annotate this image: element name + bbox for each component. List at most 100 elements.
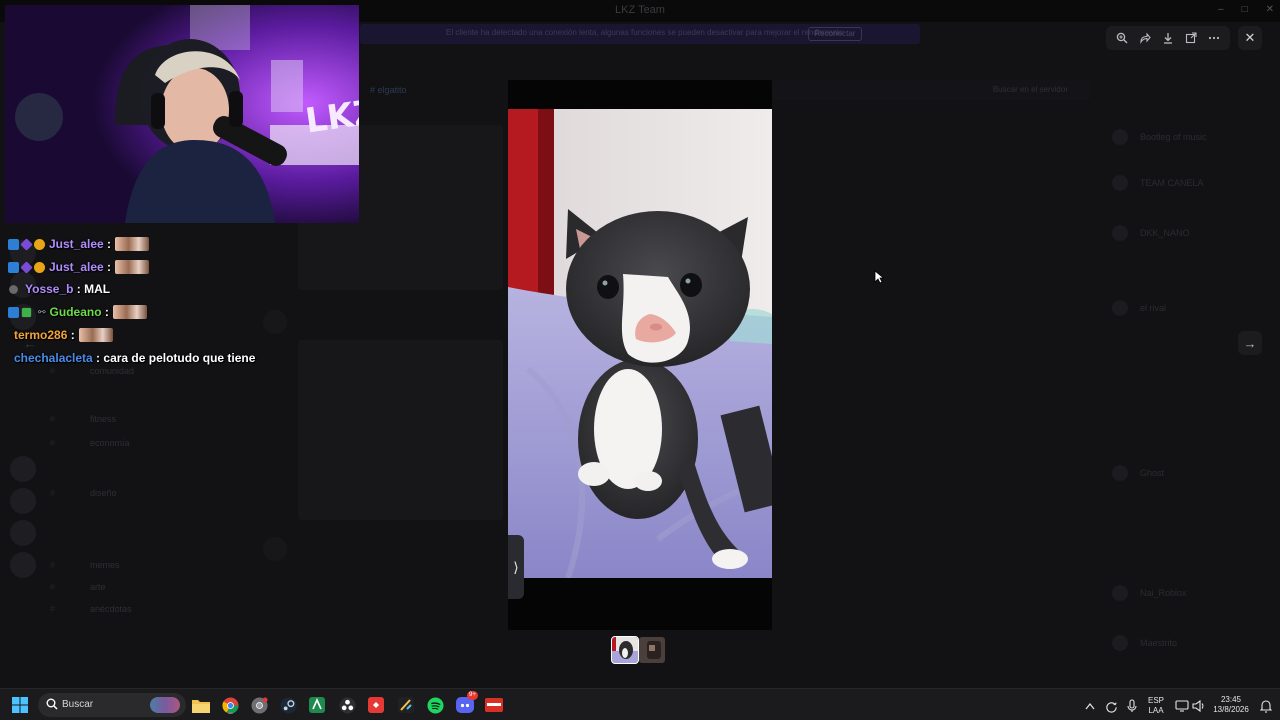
clock[interactable]: 23:45 13/8/2026 bbox=[1208, 695, 1254, 715]
reconnect-button[interactable]: Reconectar bbox=[808, 27, 862, 41]
prime-badge-icon bbox=[8, 306, 19, 318]
emote-icon bbox=[112, 305, 147, 319]
steam-icon[interactable] bbox=[278, 695, 298, 715]
chat-message: chechalacleta : cara de pelotudo que tie… bbox=[8, 349, 255, 367]
gift-badge-icon bbox=[34, 238, 45, 250]
android-studio-icon[interactable] bbox=[307, 695, 327, 715]
obs-icon[interactable] bbox=[337, 695, 357, 715]
channel-item[interactable]: # economía bbox=[50, 438, 240, 450]
chat-separator: : bbox=[73, 282, 85, 296]
avatar bbox=[1112, 175, 1128, 191]
avatar bbox=[1112, 225, 1128, 241]
emote-icon bbox=[78, 328, 113, 342]
more-icon[interactable] bbox=[1205, 29, 1223, 47]
minimize-button[interactable]: – bbox=[1218, 4, 1224, 15]
channel-item[interactable]: # diseño bbox=[50, 488, 240, 500]
clock-date: 13/8/2026 bbox=[1213, 705, 1249, 714]
chat-image[interactable] bbox=[298, 340, 503, 520]
next-image-button[interactable]: → bbox=[1238, 331, 1262, 355]
sub-badge-icon bbox=[20, 237, 33, 251]
screen: LKZ Team – □ ✕ El cliente ha detectado u… bbox=[0, 0, 1280, 720]
chat-message: Just_alee : bbox=[8, 258, 150, 276]
windows-start-icon[interactable] bbox=[10, 695, 30, 715]
bot-badge-icon bbox=[9, 284, 18, 294]
channel-item[interactable]: # fitness bbox=[50, 414, 240, 426]
channel-item[interactable]: # anécdotas bbox=[50, 604, 240, 616]
member-item[interactable]: DKK_NANO bbox=[1112, 225, 1272, 241]
taskbar-search[interactable]: Buscar bbox=[38, 693, 186, 717]
avatar bbox=[1112, 635, 1128, 651]
member-item[interactable]: TEAM CANELA bbox=[1112, 175, 1272, 191]
share-icon[interactable] bbox=[1136, 29, 1154, 47]
gift-badge-icon bbox=[34, 261, 45, 273]
avatar bbox=[1112, 300, 1128, 316]
download-icon[interactable] bbox=[1159, 29, 1177, 47]
member-item[interactable]: Ghost bbox=[1112, 465, 1272, 481]
chevron-right-icon: ⟩ bbox=[513, 558, 519, 575]
spotify-icon[interactable] bbox=[425, 695, 445, 715]
notifications-icon[interactable] bbox=[1256, 696, 1276, 716]
streamer-webcam: LKZ bbox=[5, 5, 359, 223]
chevron-up-icon[interactable] bbox=[1080, 696, 1100, 716]
kitten-photo bbox=[508, 109, 772, 578]
avatar bbox=[1112, 465, 1128, 481]
zoom-in-icon[interactable] bbox=[1113, 29, 1131, 47]
chat-text: cara de pelotudo que tiene bbox=[103, 351, 256, 365]
chrome-icon[interactable] bbox=[220, 695, 240, 715]
chat-avatar[interactable] bbox=[263, 537, 287, 561]
channel-item[interactable]: # comunidad bbox=[50, 366, 240, 378]
chat-username: termo286 bbox=[14, 328, 68, 342]
thumbnail-1[interactable] bbox=[611, 636, 639, 664]
thumbnail-strip bbox=[611, 636, 665, 664]
clock-time: 23:45 bbox=[1220, 695, 1242, 704]
chat-username: Yosse_b bbox=[25, 282, 74, 296]
prime-badge-icon bbox=[8, 261, 19, 273]
viewer-close-button[interactable]: ✕ bbox=[1238, 26, 1262, 50]
chat-message: Yosse_b : MAL bbox=[8, 280, 110, 298]
chat-message: ⚯ Gudeano : bbox=[8, 303, 147, 321]
member-item[interactable]: Bootleg of music bbox=[1112, 129, 1272, 145]
chat-username: Just_alee bbox=[49, 237, 104, 251]
file-explorer-icon[interactable] bbox=[191, 695, 211, 715]
chat-username: chechalacleta bbox=[14, 351, 93, 365]
mod-badge-icon: ⚯ bbox=[38, 306, 46, 317]
chat-avatar[interactable] bbox=[263, 310, 287, 334]
discord-icon[interactable]: 9+ bbox=[455, 691, 478, 715]
microphone-icon[interactable] bbox=[1122, 696, 1142, 716]
thumbnail-2[interactable] bbox=[639, 637, 665, 663]
emote-icon bbox=[115, 260, 150, 274]
app-icon[interactable] bbox=[396, 695, 416, 715]
member-item[interactable]: Nai_Roblox bbox=[1112, 585, 1272, 601]
side-panel-toggle[interactable]: ⟩ bbox=[508, 535, 524, 599]
open-external-icon[interactable] bbox=[1182, 29, 1200, 47]
window-close-button[interactable]: ✕ bbox=[1266, 4, 1274, 15]
chat-message: termo286 : bbox=[8, 326, 113, 344]
sync-icon[interactable] bbox=[1101, 696, 1121, 716]
language-indicator[interactable]: ESP LAA bbox=[1144, 696, 1168, 716]
chat-separator: : bbox=[101, 305, 109, 319]
member-item[interactable]: el rival bbox=[1112, 300, 1272, 316]
member-search[interactable]: Buscar en el servidor bbox=[772, 80, 1090, 100]
chat-username: Just_alee bbox=[49, 260, 104, 274]
maximize-button[interactable]: □ bbox=[1242, 4, 1248, 15]
running-indicator bbox=[228, 712, 233, 714]
member-item[interactable]: Maestrito bbox=[1112, 635, 1272, 651]
chat-username: Gudeano bbox=[49, 305, 102, 319]
search-icon bbox=[46, 698, 58, 710]
server-icon[interactable] bbox=[10, 488, 36, 514]
channel-item[interactable]: # memes bbox=[50, 560, 240, 572]
keyboard-layout: LAA bbox=[1148, 706, 1164, 715]
sub-badge-icon bbox=[20, 260, 33, 274]
window-controls: – □ ✕ bbox=[1218, 4, 1274, 15]
server-icon[interactable] bbox=[10, 552, 36, 578]
chrome-dev-icon[interactable] bbox=[249, 695, 269, 715]
channel-item[interactable]: # arte bbox=[50, 582, 240, 594]
server-icon[interactable] bbox=[10, 520, 36, 546]
kiosk-icon[interactable] bbox=[484, 695, 504, 715]
action-icon[interactable] bbox=[366, 695, 386, 715]
green-badge-icon bbox=[21, 307, 32, 317]
server-icon[interactable] bbox=[10, 456, 36, 482]
volume-icon[interactable] bbox=[1189, 696, 1209, 716]
chat-message: Just_alee : bbox=[8, 235, 150, 253]
close-icon: ✕ bbox=[1244, 30, 1256, 45]
